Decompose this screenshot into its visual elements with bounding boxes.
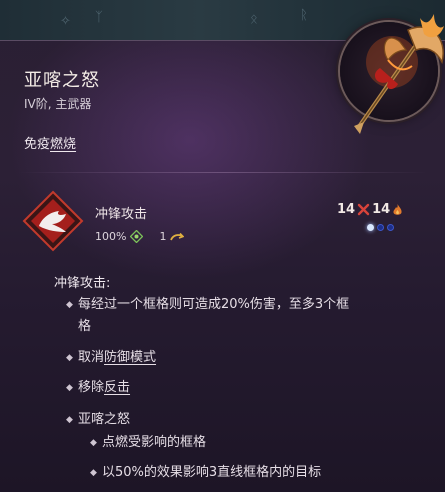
burning-link[interactable]: 燃烧 [50, 137, 76, 152]
weapon-portrait [340, 14, 444, 134]
charge-dot-empty [377, 224, 384, 231]
turn-count: 1 [159, 230, 167, 243]
immunity-prefix: 免疫 [24, 137, 51, 152]
rune-decoration: ᛟ [250, 12, 258, 27]
description-bullet: ◆ 取消防御模式 [66, 347, 156, 369]
section-divider [18, 172, 428, 173]
turn-arrow-icon [170, 232, 185, 240]
bullet-diamond-icon: ◆ [90, 438, 97, 448]
description-bullet: ◆ 每经过一个框格则可造成20%伤害，至多3个框 [66, 294, 350, 316]
bullet-text: 以50%的效果影响3直线框格内的目标 [102, 465, 322, 480]
damage-cross-icon [357, 203, 370, 216]
fire-icon [393, 203, 402, 215]
bullet-text: 亚喀之怒 [78, 412, 131, 427]
weapon-axe-icon [354, 14, 444, 134]
action-point-cost: 100% [95, 230, 127, 243]
charge-dot-empty [387, 224, 394, 231]
description-bullet-continued: 格 [78, 316, 91, 338]
bullet-diamond-icon: ◆ [66, 415, 73, 425]
description-sub-bullet: ◆ 以50%的效果影响3直线框格内的目标 [90, 462, 322, 484]
counterattack-link[interactable]: 反击 [104, 380, 130, 395]
rune-decoration: ✧ [60, 14, 71, 29]
immunity-line: 免疫燃烧 [24, 133, 76, 152]
charge-attack-icon [22, 190, 84, 252]
bullet-text: 每经过一个框格则可造成20%伤害，至多3个框 [78, 297, 350, 312]
guard-mode-link[interactable]: 防御模式 [104, 350, 156, 365]
item-subtitle: IV阶, 主武器 [24, 97, 92, 111]
item-title: 亚喀之怒 [24, 70, 100, 91]
damage-value-right: 14 [372, 202, 391, 217]
item-tooltip: ✧ ᛉ ᛟ ᚱ 亚喀之怒 IV阶, 主武器 免疫燃烧 冲锋攻击 100% 1 1… [0, 0, 445, 492]
action-cost: 100% 1 [95, 230, 185, 243]
description-bullet: ◆ 移除反击 [66, 377, 130, 399]
damage-value-left: 14 [337, 202, 356, 217]
bullet-text: 格 [78, 319, 92, 334]
bullet-diamond-icon: ◆ [90, 468, 97, 478]
action-name: 冲锋攻击 [95, 207, 148, 222]
ap-cost-icon [130, 230, 144, 243]
damage-display: 14 14 [337, 202, 403, 217]
bullet-diamond-icon: ◆ [66, 300, 73, 310]
charge-dot-active [367, 224, 374, 231]
bullet-diamond-icon: ◆ [66, 383, 73, 393]
bullet-text: 取消 [78, 350, 105, 365]
rune-decoration: ᚱ [300, 8, 308, 23]
description-sub-bullet: ◆ 点燃受影响的框格 [90, 432, 207, 454]
rune-decoration: ᛉ [95, 10, 103, 25]
bullet-diamond-icon: ◆ [66, 353, 73, 363]
charge-dots [367, 224, 394, 231]
description-heading: 冲锋攻击: [54, 276, 111, 291]
bullet-text: 移除 [78, 380, 105, 395]
description-bullet: ◆ 亚喀之怒 [66, 409, 131, 431]
bullet-text: 点燃受影响的框格 [102, 435, 207, 450]
